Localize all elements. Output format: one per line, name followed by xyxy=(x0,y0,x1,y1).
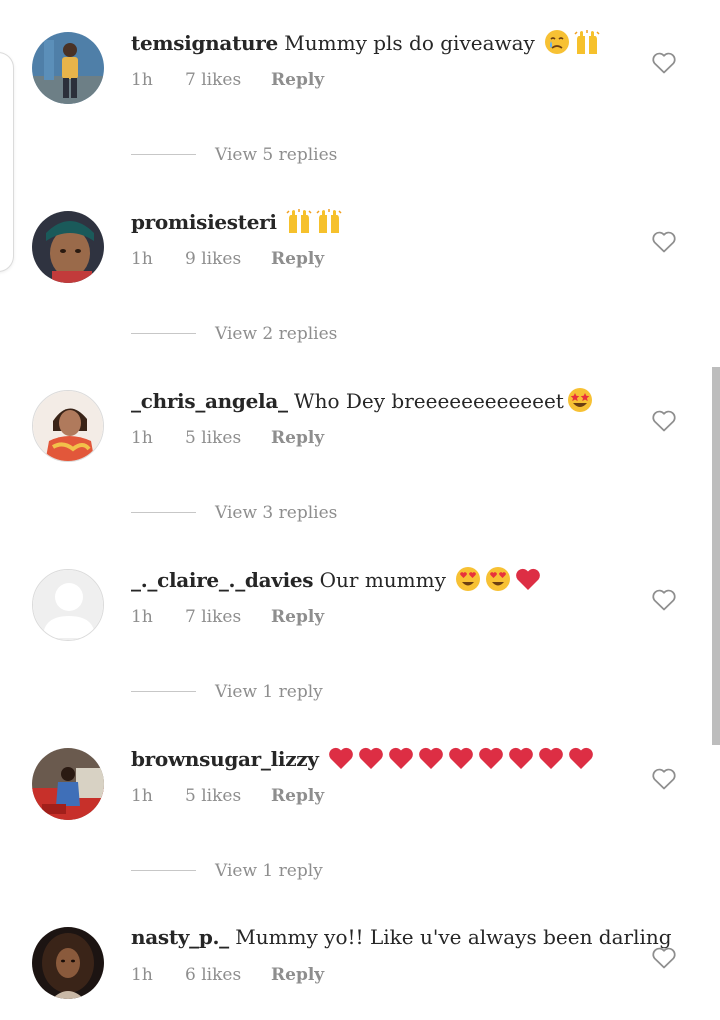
comment-text-line: temsignature Mummy pls do giveaway xyxy=(131,28,641,57)
comment-item: nasty_p._ Mummy yo!! Like u've always be… xyxy=(0,895,720,1020)
avatar-image xyxy=(32,32,104,104)
raised-hands-icon xyxy=(316,209,342,233)
comment-meta: 1h 9 likes Reply xyxy=(131,247,381,271)
crying-face-icon xyxy=(545,30,570,54)
reply-button[interactable]: Reply xyxy=(271,605,324,629)
reply-button[interactable]: Reply xyxy=(271,963,324,987)
red-heart-icon xyxy=(389,747,413,769)
comment-item: brownsugar_lizzy 1h 5 likes Reply View 1… xyxy=(0,716,720,896)
comment-text-line: promisiesteri xyxy=(131,207,641,236)
avatar-image xyxy=(32,211,104,283)
comment-time: 1h xyxy=(131,607,153,627)
view-replies-divider xyxy=(131,691,196,692)
view-replies-button[interactable]: View 1 reply xyxy=(131,679,431,705)
comment-username[interactable]: temsignature xyxy=(131,31,278,55)
comment-username[interactable]: _._claire_._davies xyxy=(131,568,314,592)
comment-time: 1h xyxy=(131,965,153,985)
heart-eyes-icon xyxy=(456,567,481,591)
comment-text: Who Dey breeeeeeeeeeeet xyxy=(294,389,564,413)
view-replies-label: View 5 replies xyxy=(215,145,338,165)
comment-text: Mummy pls do giveaway xyxy=(284,31,535,55)
reply-button[interactable]: Reply xyxy=(271,784,324,808)
like-heart-icon[interactable] xyxy=(651,588,677,612)
comment-text: Mummy yo!! Like u've always been darling xyxy=(235,925,672,949)
view-replies-label: View 1 reply xyxy=(215,682,323,702)
like-heart-icon[interactable] xyxy=(651,409,677,433)
heart-eyes-icon xyxy=(486,567,511,591)
avatar-image xyxy=(32,748,104,820)
avatar[interactable] xyxy=(32,390,104,462)
default-avatar-icon xyxy=(33,570,103,640)
comment-meta: 1h 6 likes Reply xyxy=(131,963,381,987)
like-heart-icon[interactable] xyxy=(651,230,677,254)
comment-time: 1h xyxy=(131,249,153,269)
view-replies-label: View 3 replies xyxy=(215,503,338,523)
comment-meta: 1h 5 likes Reply xyxy=(131,426,381,450)
avatar[interactable] xyxy=(32,748,104,820)
comment-time: 1h xyxy=(131,428,153,448)
red-heart-icon xyxy=(509,747,533,769)
red-heart-icon xyxy=(516,568,541,590)
comment-likes[interactable]: 5 likes xyxy=(185,784,241,808)
comment-text-line: brownsugar_lizzy xyxy=(131,744,641,773)
comment-item: temsignature Mummy pls do giveaway 1h 7 … xyxy=(0,0,720,180)
red-heart-icon xyxy=(539,747,563,769)
red-heart-icon xyxy=(359,747,383,769)
avatar[interactable] xyxy=(32,569,104,641)
view-replies-divider xyxy=(131,512,196,513)
comment-text-line: nasty_p._ Mummy yo!! Like u've always be… xyxy=(131,923,672,951)
comment-username[interactable]: promisiesteri xyxy=(131,210,277,234)
raised-hands-icon xyxy=(286,209,312,233)
like-heart-icon[interactable] xyxy=(651,51,677,75)
avatar[interactable] xyxy=(32,211,104,283)
comment-likes[interactable]: 9 likes xyxy=(185,247,241,271)
comment-meta: 1h 7 likes Reply xyxy=(131,68,381,92)
view-replies-button[interactable]: View 2 replies xyxy=(131,321,431,347)
avatar-image xyxy=(33,391,103,461)
comment-time: 1h xyxy=(131,786,153,806)
view-replies-label: View 2 replies xyxy=(215,324,338,344)
view-replies-button[interactable]: View 1 reply xyxy=(131,858,431,884)
comment-text: Our mummy xyxy=(319,568,446,592)
view-replies-divider xyxy=(131,333,196,334)
reply-button[interactable]: Reply xyxy=(271,68,324,92)
raised-hands-icon xyxy=(574,30,600,54)
view-replies-button[interactable]: View 5 replies xyxy=(131,142,431,168)
comment-likes[interactable]: 5 likes xyxy=(185,426,241,450)
red-heart-icon xyxy=(569,747,593,769)
comment-item: _chris_angela_ Who Dey breeeeeeeeeeeet 1… xyxy=(0,358,720,538)
comment-likes[interactable]: 7 likes xyxy=(185,68,241,92)
red-heart-icon xyxy=(329,747,353,769)
comment-likes[interactable]: 7 likes xyxy=(185,605,241,629)
comment-item: promisiesteri 1h 9 likes Reply View 2 re… xyxy=(0,179,720,359)
comment-likes[interactable]: 6 likes xyxy=(185,963,241,987)
view-replies-divider xyxy=(131,154,196,155)
like-heart-icon[interactable] xyxy=(651,767,677,791)
red-heart-icon xyxy=(479,747,503,769)
view-replies-divider xyxy=(131,870,196,871)
avatar-image xyxy=(32,927,104,999)
view-replies-button[interactable]: View 3 replies xyxy=(131,500,431,526)
avatar[interactable] xyxy=(32,32,104,104)
red-heart-icon xyxy=(419,747,443,769)
avatar[interactable] xyxy=(32,927,104,999)
star-struck-icon xyxy=(567,388,592,412)
comment-text-line: _chris_angela_ Who Dey breeeeeeeeeeeet xyxy=(131,386,641,415)
comment-meta: 1h 5 likes Reply xyxy=(131,784,381,808)
reply-button[interactable]: Reply xyxy=(271,426,324,450)
like-heart-icon[interactable] xyxy=(651,946,677,970)
comment-username[interactable]: nasty_p._ xyxy=(131,925,229,949)
comment-text-line: _._claire_._davies Our mummy xyxy=(131,565,641,594)
comment-item: _._claire_._davies Our mummy 1h 7 likes … xyxy=(0,537,720,717)
comment-meta: 1h 7 likes Reply xyxy=(131,605,381,629)
reply-button[interactable]: Reply xyxy=(271,247,324,271)
red-heart-icon xyxy=(449,747,473,769)
comment-username[interactable]: _chris_angela_ xyxy=(131,389,288,413)
view-replies-label: View 1 reply xyxy=(215,861,323,881)
comment-username[interactable]: brownsugar_lizzy xyxy=(131,747,319,771)
comment-time: 1h xyxy=(131,70,153,90)
